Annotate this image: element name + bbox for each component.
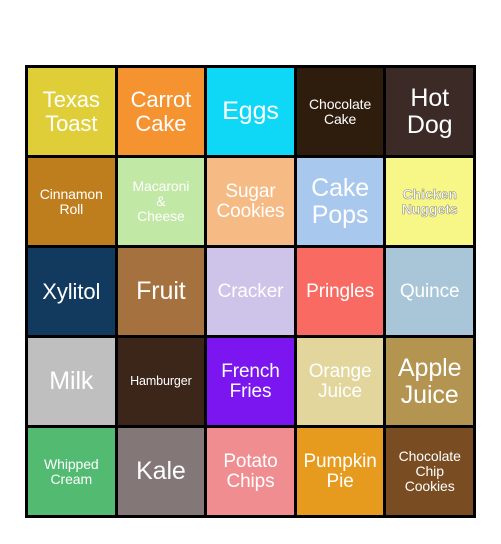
bingo-cell-label: Whipped Cream — [44, 455, 99, 487]
bingo-cell-label: Xylitol — [42, 278, 101, 304]
bingo-cell-r3-c4[interactable]: Pringles — [296, 248, 384, 335]
bingo-cell-label: Cake Pops — [311, 174, 370, 229]
bingo-cell-label: Chocolate Cake — [309, 95, 372, 127]
bingo-cell-r5-c2[interactable]: Kale — [117, 428, 205, 515]
bingo-cell-r4-c3[interactable]: French Fries — [207, 338, 294, 425]
bingo-cell-r1-c3[interactable]: Eggs — [207, 68, 294, 155]
bingo-cell-label: Pumpkin Pie — [303, 450, 377, 492]
bingo-cell-label: Carrot Cake — [130, 87, 192, 136]
bingo-cell-r1-c4[interactable]: Chocolate Cake — [296, 68, 384, 155]
bingo-cell-label: Kale — [136, 457, 186, 486]
bingo-cell-r3-c2[interactable]: Fruit — [117, 248, 205, 335]
bingo-cell-r5-c1[interactable]: Whipped Cream — [28, 428, 115, 515]
bingo-cell-label: Potato Chips — [223, 450, 278, 492]
bingo-cell-r2-c4[interactable]: Cake Pops — [296, 158, 384, 245]
bingo-cell-label: French Fries — [221, 360, 280, 402]
bingo-cell-r4-c2[interactable]: Hamburger — [117, 338, 205, 425]
bingo-cell-label: Apple Juice — [397, 354, 462, 409]
bingo-cell-label: Sugar Cookies — [216, 180, 285, 222]
bingo-cell-r5-c5[interactable]: Chocolate Chip Cookies — [386, 428, 473, 515]
bingo-cell-r1-c1[interactable]: Texas Toast — [28, 68, 115, 155]
bingo-cell-label: Hot Dog — [406, 84, 453, 139]
bingo-card-grid: Texas Toast Carrot Cake Eggs Chocolate Cake… — [25, 65, 476, 518]
bingo-cell-r3-c3[interactable]: Cracker — [207, 248, 294, 335]
bingo-cell-label: Eggs — [222, 97, 279, 126]
bingo-cell-r4-c4[interactable]: Orange Juice — [296, 338, 384, 425]
bingo-cell-label: Hamburger — [130, 373, 192, 388]
bingo-cell-label: Chocolate Chip Cookies — [398, 448, 461, 494]
bingo-cell-r5-c4[interactable]: Pumpkin Pie — [296, 428, 384, 515]
bingo-cell-label: Pringles — [306, 280, 375, 302]
bingo-cell-r2-c3[interactable]: Sugar Cookies — [207, 158, 294, 245]
bingo-cell-r2-c2[interactable]: Macaroni & Cheese — [117, 158, 205, 245]
bingo-cell-label: Milk — [49, 367, 94, 396]
bingo-cell-label: Cracker — [217, 280, 284, 302]
bingo-cell-r4-c1[interactable]: Milk — [28, 338, 115, 425]
bingo-cell-r1-c2[interactable]: Carrot Cake — [117, 68, 205, 155]
bingo-cell-label: Quince — [399, 280, 460, 302]
bingo-cell-r3-c5[interactable]: Quince — [386, 248, 473, 335]
bingo-cell-r4-c5[interactable]: Apple Juice — [386, 338, 473, 425]
bingo-cell-label: Fruit — [136, 277, 186, 306]
bingo-cell-r3-c1[interactable]: Xylitol — [28, 248, 115, 335]
bingo-cell-label: Orange Juice — [308, 360, 372, 402]
bingo-cell-r5-c3[interactable]: Potato Chips — [207, 428, 294, 515]
bingo-cell-label: Macaroni & Cheese — [132, 178, 190, 224]
bingo-cell-r1-c5[interactable]: Hot Dog — [386, 68, 473, 155]
bingo-cell-label: Cinnamon Roll — [39, 185, 103, 217]
bingo-cell-label: Chicken Nuggets — [401, 185, 458, 217]
bingo-cell-r2-c1[interactable]: Cinnamon Roll — [28, 158, 115, 245]
bingo-cell-label: Texas Toast — [42, 87, 100, 136]
bingo-cell-r2-c5[interactable]: Chicken Nuggets — [386, 158, 473, 245]
